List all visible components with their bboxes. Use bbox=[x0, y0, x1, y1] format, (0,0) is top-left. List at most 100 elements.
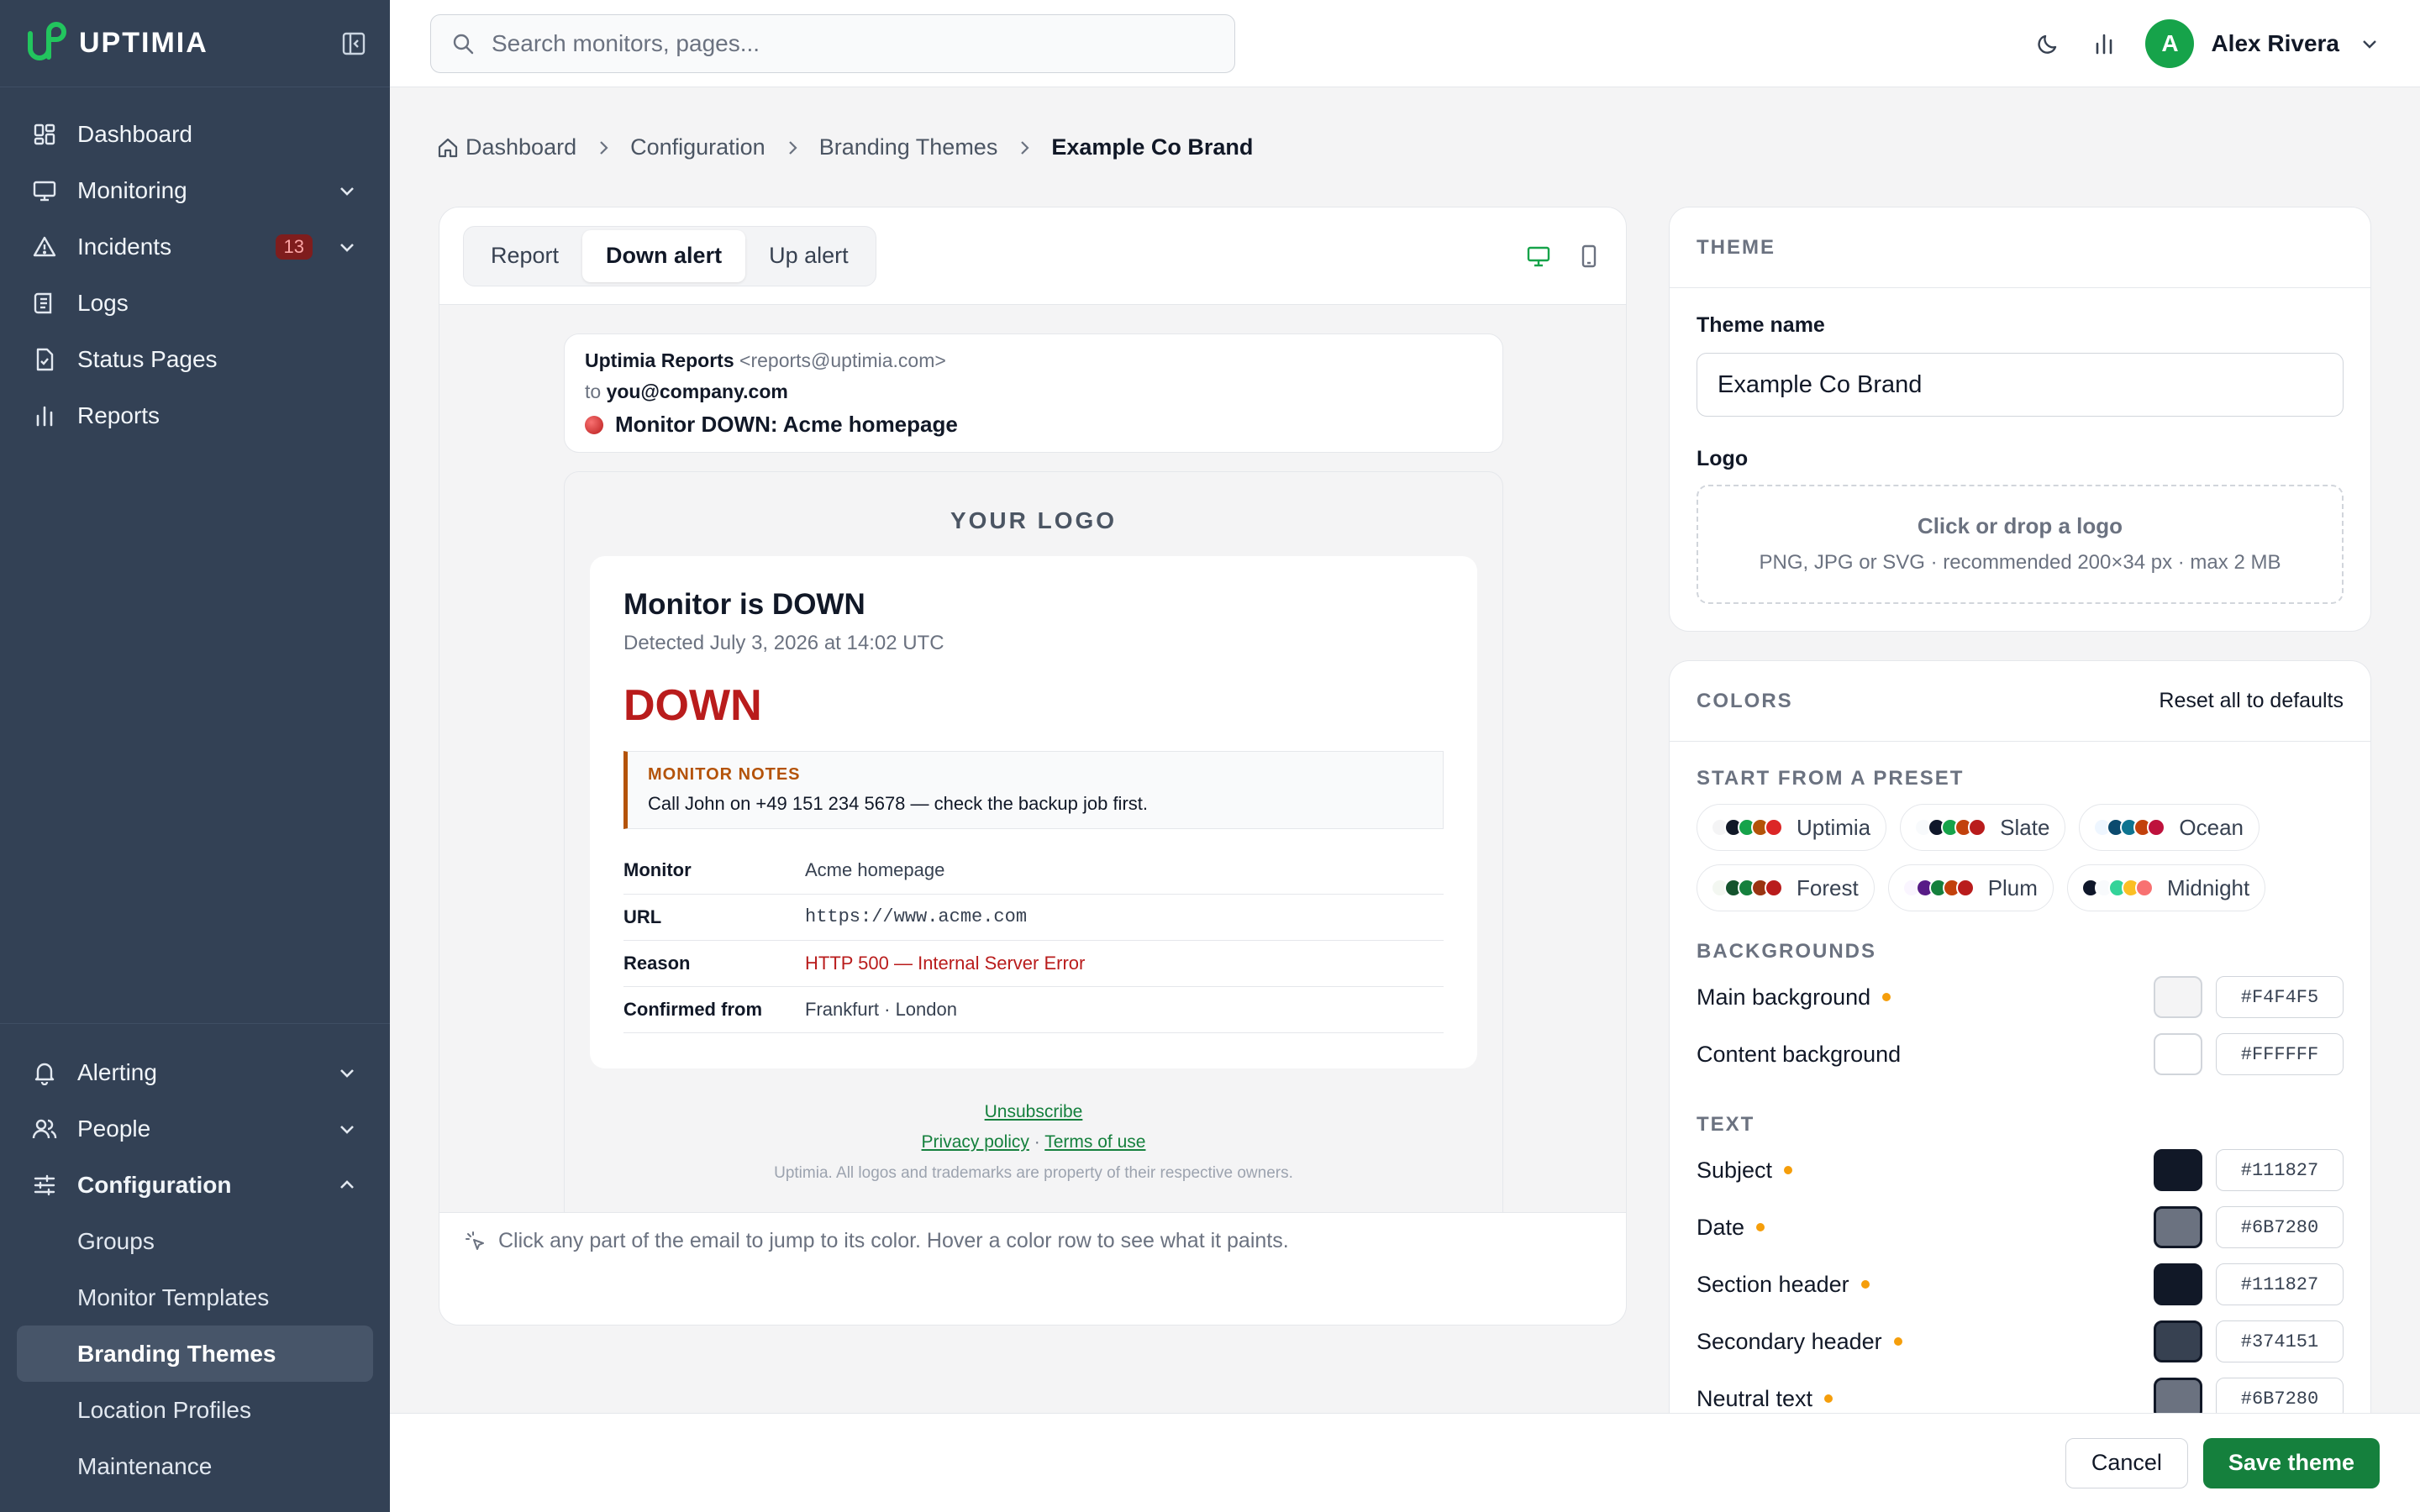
sidebar-item-label: Logs bbox=[77, 289, 129, 316]
stats-icon[interactable] bbox=[2090, 29, 2118, 58]
sidebar-item-alerting[interactable]: Alerting bbox=[0, 1044, 390, 1100]
save-theme-button[interactable]: Save theme bbox=[2202, 1437, 2380, 1488]
sidebar-item-dashboard[interactable]: Dashboard bbox=[0, 106, 390, 162]
sidebar-item-monitoring[interactable]: Monitoring bbox=[0, 162, 390, 218]
sidebar-item-status-pages[interactable]: Status Pages bbox=[0, 331, 390, 387]
theme-name-input[interactable] bbox=[1697, 353, 2344, 417]
color-swatch[interactable] bbox=[2154, 1378, 2202, 1416]
email-content-card[interactable]: Monitor is DOWN Detected July 3, 2026 at… bbox=[590, 556, 1477, 1068]
color-hex-input[interactable]: #F4F4F5 bbox=[2216, 976, 2344, 1018]
incidents-count-badge: 13 bbox=[275, 234, 313, 260]
avatar[interactable]: A bbox=[2145, 18, 2195, 68]
email-from-address: <reports@uptimia.com> bbox=[739, 349, 946, 371]
search-icon bbox=[453, 34, 474, 54]
row-key: Reason bbox=[623, 940, 805, 987]
email-title[interactable]: Monitor is DOWN bbox=[623, 588, 1444, 622]
sidebar-subitem-location-profiles[interactable]: Location Profiles bbox=[0, 1382, 390, 1438]
preset-chip-midnight[interactable]: Midnight bbox=[2066, 864, 2266, 911]
sidebar-item-label: People bbox=[77, 1115, 151, 1142]
color-row[interactable]: Content background #FFFFFF bbox=[1697, 1026, 2344, 1083]
table-row[interactable]: Reason HTTP 500 — Internal Server Error bbox=[623, 940, 1444, 987]
color-swatch[interactable] bbox=[2154, 1149, 2202, 1191]
unsubscribe-link[interactable]: Unsubscribe bbox=[985, 1102, 1083, 1121]
privacy-policy-link[interactable]: Privacy policy bbox=[922, 1132, 1029, 1152]
color-row[interactable]: Date #6B7280 bbox=[1697, 1199, 2344, 1256]
preset-color-dot bbox=[1968, 818, 1987, 837]
sidebar-item-configuration[interactable]: Configuration bbox=[0, 1157, 390, 1213]
color-row[interactable]: Subject #111827 bbox=[1697, 1142, 2344, 1199]
sidebar-item-incidents[interactable]: Incidents 13 bbox=[0, 218, 390, 275]
collapse-sidebar-icon[interactable] bbox=[341, 31, 366, 56]
topbar: A Alex Rivera bbox=[390, 0, 2420, 87]
modified-indicator bbox=[1893, 1337, 1902, 1346]
sidebar-nav: Dashboard Monitoring Incidents 13 Logs S… bbox=[0, 87, 390, 444]
desktop-view-icon[interactable] bbox=[1525, 243, 1552, 270]
preset-chip-uptimia[interactable]: Uptimia bbox=[1697, 804, 1887, 851]
color-hex-input[interactable]: #FFFFFF bbox=[2216, 1033, 2344, 1075]
color-swatch[interactable] bbox=[2154, 1320, 2202, 1362]
breadcrumb-dashboard[interactable]: Dashboard bbox=[466, 134, 576, 160]
tab-up-alert[interactable]: Up alert bbox=[745, 230, 872, 282]
color-row[interactable]: Main background #F4F4F5 bbox=[1697, 969, 2344, 1026]
email-body[interactable]: YOUR LOGO Monitor is DOWN Detected July … bbox=[564, 471, 1503, 1244]
color-swatch[interactable] bbox=[2154, 976, 2202, 1018]
text-section-label: TEXT bbox=[1697, 1113, 1755, 1136]
preset-chip-forest[interactable]: Forest bbox=[1697, 864, 1875, 911]
sidebar-item-label: Incidents bbox=[77, 233, 172, 260]
color-hex-input[interactable]: #6B7280 bbox=[2216, 1206, 2344, 1248]
search-input[interactable] bbox=[492, 29, 1164, 57]
color-row[interactable]: Section header #111827 bbox=[1697, 1256, 2344, 1313]
color-swatch[interactable] bbox=[2154, 1206, 2202, 1248]
logo-placeholder[interactable]: YOUR LOGO bbox=[565, 507, 1502, 534]
color-swatch[interactable] bbox=[2154, 1033, 2202, 1075]
cancel-button[interactable]: Cancel bbox=[2065, 1437, 2188, 1488]
footer-separator: · bbox=[1034, 1132, 1040, 1152]
preset-chip-ocean[interactable]: Ocean bbox=[2079, 804, 2260, 851]
breadcrumb-branding-themes[interactable]: Branding Themes bbox=[819, 134, 998, 160]
color-swatch[interactable] bbox=[2154, 1263, 2202, 1305]
mobile-view-icon[interactable] bbox=[1576, 243, 1602, 270]
table-row[interactable]: Monitor Acme homepage bbox=[623, 848, 1444, 895]
logo-dropzone[interactable]: Click or drop a logo PNG, JPG or SVG · r… bbox=[1697, 485, 2344, 604]
terms-of-use-link[interactable]: Terms of use bbox=[1044, 1132, 1145, 1152]
breadcrumb-configuration[interactable]: Configuration bbox=[630, 134, 765, 160]
reset-defaults-button[interactable]: Reset all to defaults bbox=[2159, 689, 2344, 713]
sidebar-item-reports[interactable]: Reports bbox=[0, 387, 390, 444]
color-row[interactable]: Secondary header #374151 bbox=[1697, 1313, 2344, 1370]
sidebar: UPTIMIA Dashboard Monitoring Incidents 1… bbox=[0, 0, 390, 1512]
status-down-label[interactable]: DOWN bbox=[623, 680, 1444, 731]
sidebar-subitem-monitor-templates[interactable]: Monitor Templates bbox=[0, 1269, 390, 1326]
preset-chip-plum[interactable]: Plum bbox=[1887, 864, 2054, 911]
table-row[interactable]: URL https://www.acme.com bbox=[623, 894, 1444, 941]
preset-chip-slate[interactable]: Slate bbox=[1900, 804, 2066, 851]
user-name[interactable]: Alex Rivera bbox=[2211, 30, 2339, 57]
color-hex-input[interactable]: #111827 bbox=[2216, 1149, 2344, 1191]
sidebar-subitem-groups[interactable]: Groups bbox=[0, 1213, 390, 1269]
dark-mode-icon[interactable] bbox=[2034, 29, 2063, 58]
sidebar-item-logs[interactable]: Logs bbox=[0, 275, 390, 331]
email-subject[interactable]: Monitor DOWN: Acme homepage bbox=[615, 412, 958, 438]
monitor-info-table: Monitor Acme homepage URL https://www.acme… bbox=[623, 848, 1444, 1033]
color-hex-input[interactable]: #374151 bbox=[2216, 1320, 2344, 1362]
color-hex-input[interactable]: #111827 bbox=[2216, 1263, 2344, 1305]
color-hex-input[interactable]: #6B7280 bbox=[2216, 1378, 2344, 1416]
search-box[interactable] bbox=[430, 13, 1235, 73]
monitor-notes[interactable]: MONITOR NOTES Call John on +49 151 234 5… bbox=[623, 751, 1444, 829]
people-icon bbox=[32, 1119, 57, 1138]
email-date[interactable]: Detected July 3, 2026 at 14:02 UTC bbox=[623, 632, 1444, 655]
sidebar-item-people[interactable]: People bbox=[0, 1100, 390, 1157]
breadcrumb-current: Example Co Brand bbox=[1051, 134, 1254, 160]
sidebar-subitem-maintenance[interactable]: Maintenance bbox=[0, 1438, 390, 1494]
table-row[interactable]: Confirmed from Frankfurt · London bbox=[623, 986, 1444, 1033]
preset-list: Uptimia Slate Ocean Forest Plum Midnight bbox=[1697, 804, 2352, 911]
main-content: A Alex Rivera Dashboard Configuration Br… bbox=[390, 0, 2420, 1512]
chevron-down-icon[interactable] bbox=[2360, 34, 2380, 54]
tab-report[interactable]: Report bbox=[467, 230, 582, 282]
color-row-label: Main background bbox=[1697, 984, 1871, 1010]
color-row[interactable]: Neutral text #6B7280 bbox=[1697, 1370, 2344, 1416]
preset-color-dot bbox=[1765, 818, 1783, 837]
sidebar-subitem-branding-themes[interactable]: Branding Themes bbox=[17, 1326, 373, 1382]
preset-chip-label: Slate bbox=[2000, 814, 2050, 840]
tab-down-alert[interactable]: Down alert bbox=[582, 229, 746, 282]
preset-color-dots bbox=[1711, 818, 1783, 837]
